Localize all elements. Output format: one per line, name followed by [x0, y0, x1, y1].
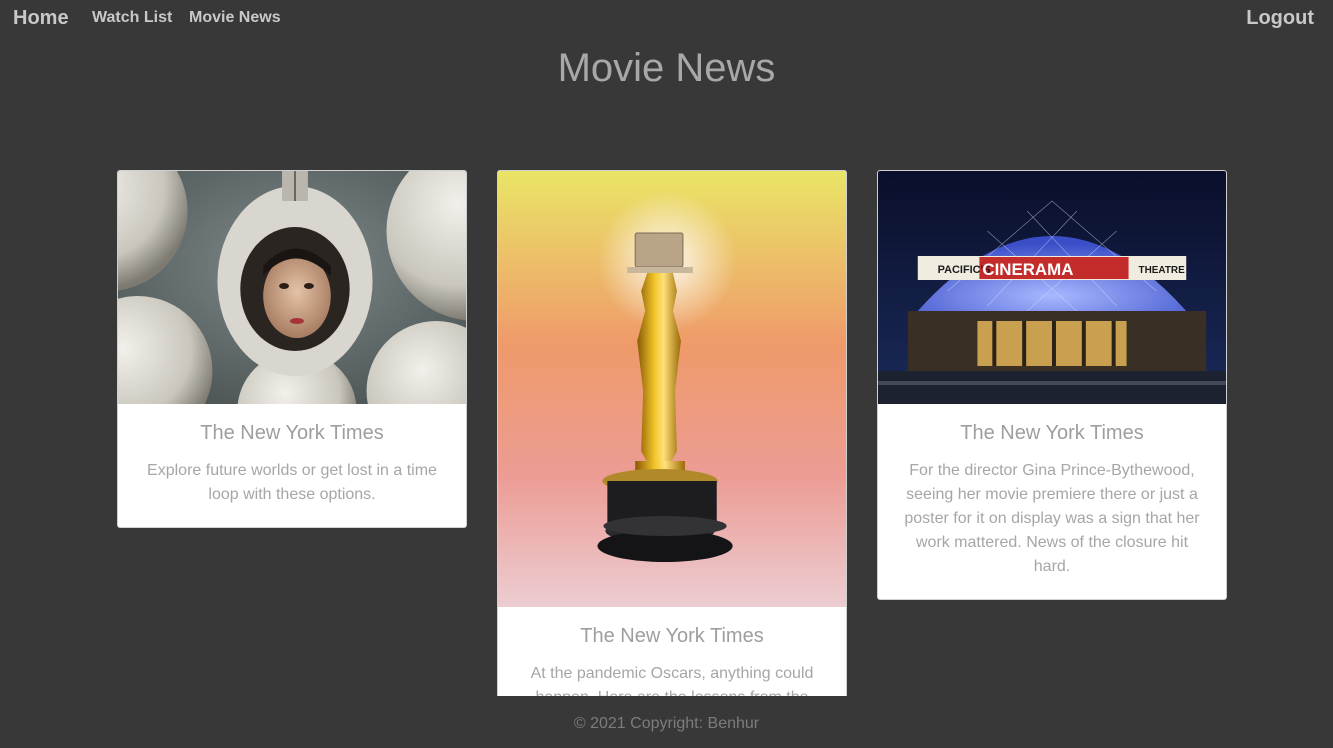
news-card[interactable]: PACIFIC'S CINERAMA THEATRE The New York …	[877, 170, 1227, 600]
page-title: Movie News	[557, 46, 776, 90]
nav-movie-news-link[interactable]: Movie News	[189, 9, 281, 27]
card-source-title: The New York Times	[580, 625, 764, 647]
card-source-title: The New York Times	[960, 422, 1144, 444]
nav-watch-list-link[interactable]: Watch List	[92, 9, 172, 27]
card-source-title: The New York Times	[200, 422, 384, 444]
card-summary: For the director Gina Prince-Bythewood, …	[904, 462, 1200, 575]
svg-text:THEATRE: THEATRE	[1139, 265, 1186, 276]
astronaut-girl-image	[118, 171, 466, 404]
logout-link[interactable]: Logout	[1246, 7, 1314, 30]
footer-copyright: © 2021 Copyright: Benhur	[573, 715, 760, 732]
card-summary: Explore future worlds or get lost in a t…	[147, 462, 437, 503]
cinerama-theatre-image: PACIFIC'S CINERAMA THEATRE	[878, 171, 1226, 404]
news-card[interactable]: The New York Times Explore future worlds…	[117, 170, 467, 528]
card-summary: At the pandemic Oscars, anything could h…	[530, 665, 814, 696]
news-card[interactable]: The New York Times At the pandemic Oscar…	[497, 170, 847, 696]
nav-home-link[interactable]: Home	[13, 7, 69, 30]
oscar-statue-image	[498, 171, 846, 607]
svg-text:CINERAMA: CINERAMA	[982, 260, 1073, 279]
top-navbar: Home Watch List Movie News Logout	[0, 0, 1333, 36]
